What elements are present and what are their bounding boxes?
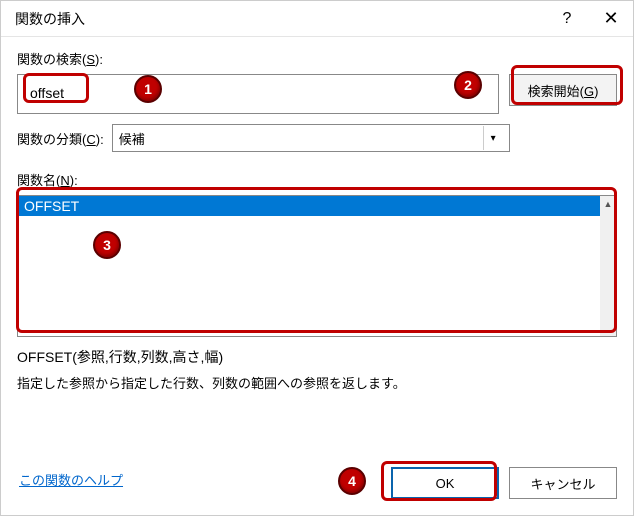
cancel-button[interactable]: キャンセル	[509, 467, 617, 499]
funcname-label: 関数名(N):	[17, 170, 617, 189]
dialog-footer: OK キャンセル	[391, 467, 617, 499]
list-item[interactable]: OFFSET	[18, 196, 616, 216]
function-signature: OFFSET(参照,行数,列数,高さ,幅)	[17, 347, 617, 367]
help-icon[interactable]: ?	[545, 1, 589, 37]
function-list[interactable]: OFFSET ▲	[17, 195, 617, 337]
search-label: 関数の検索(S):	[17, 49, 617, 68]
category-label: 関数の分類(C):	[17, 129, 104, 148]
annotation-badge: 4	[338, 467, 366, 495]
ok-button[interactable]: OK	[391, 467, 499, 499]
chevron-down-icon: ▾	[483, 126, 503, 150]
dialog-titlebar: 関数の挿入 ? ✕	[1, 1, 633, 37]
close-icon[interactable]: ✕	[589, 1, 633, 37]
category-selected-value: 候補	[119, 129, 145, 148]
scroll-up-icon[interactable]: ▲	[600, 196, 616, 212]
search-input[interactable]	[22, 79, 162, 107]
function-description: 指定した参照から指定した行数、列数の範囲への参照を返します。	[17, 373, 617, 392]
category-select[interactable]: 候補 ▾	[112, 124, 510, 152]
scrollbar[interactable]: ▲	[600, 196, 616, 336]
dialog-title: 関数の挿入	[15, 9, 545, 29]
search-box	[17, 74, 499, 114]
search-start-button[interactable]: 検索開始(G)	[509, 74, 617, 106]
dialog-body: 関数の検索(S): 検索開始(G) 関数の分類(C): 候補 ▾ 関数名(N):…	[1, 37, 633, 392]
insert-function-dialog: 関数の挿入 ? ✕ 関数の検索(S): 検索開始(G) 関数の分類(C): 候補…	[0, 0, 634, 516]
help-link[interactable]: この関数のヘルプ	[19, 470, 123, 489]
